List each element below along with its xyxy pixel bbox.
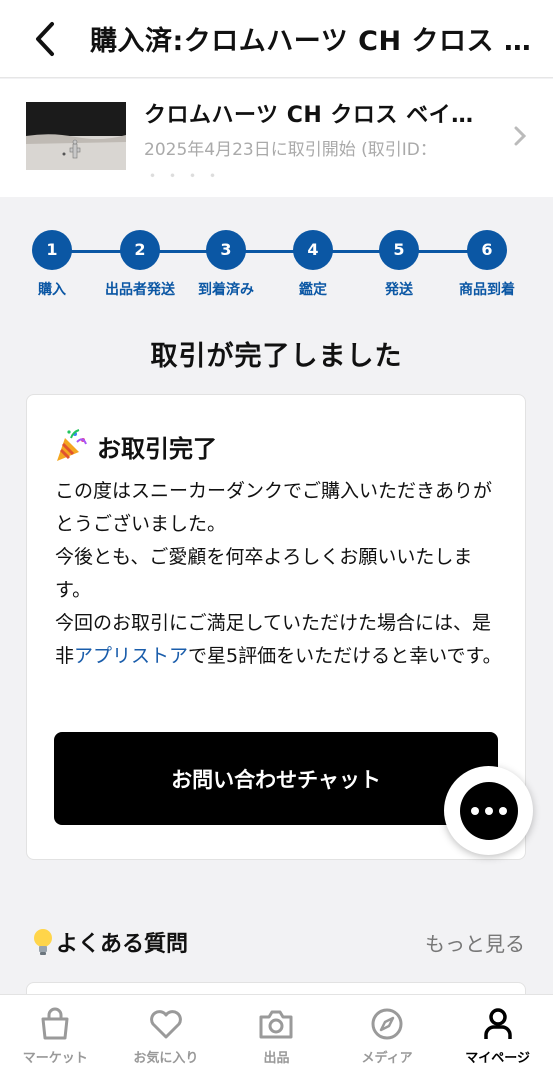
step-6: 6 商品到着 xyxy=(437,230,537,299)
transaction-meta: 2025年4月23日に取引開始 (取引ID： xyxy=(144,140,437,160)
message-line-2: 今後とも、ご愛顧を何卒よろしくお願いいたします。 xyxy=(55,546,473,601)
heart-icon xyxy=(149,1010,182,1039)
step-number: 5 xyxy=(379,230,419,270)
step-label: 鑑定 xyxy=(299,282,327,298)
card-title-text: お取引完了 xyxy=(97,434,217,463)
chevron-left-icon xyxy=(36,21,54,56)
tab-mypage[interactable]: マイページ xyxy=(442,995,553,1080)
step-3: 3 到着済み xyxy=(176,230,276,299)
card-title: お取引完了 xyxy=(53,428,217,464)
progress-steps: 1 購入 2 出品者発送 3 到着済み 4 鑑定 5 発送 6 商品到着 xyxy=(0,230,553,310)
page-title: 購入済:クロムハーツ CH クロス ベイビーファット チャーム xyxy=(90,26,535,57)
person-icon xyxy=(483,1008,512,1039)
step-2: 2 出品者発送 xyxy=(90,230,190,299)
card-message: この度はスニーカーダンクでご購入いただきありがとうございました。 今後とも、ご愛… xyxy=(55,475,507,673)
tab-label: お気に入り xyxy=(133,1051,199,1066)
tab-label: 出品 xyxy=(263,1051,290,1066)
tab-label: マイページ xyxy=(465,1051,531,1066)
message-line-3-end: で星5評価をいただけると幸いです。 xyxy=(188,645,502,667)
faq-title: よくある質問 xyxy=(30,926,188,958)
faq-header: よくある質問 もっと見る xyxy=(30,922,525,962)
faq-title-text: よくある質問 xyxy=(56,932,189,957)
step-5: 5 発送 xyxy=(349,230,449,299)
chat-bubble-icon xyxy=(459,781,518,840)
see-more-link[interactable]: もっと見る xyxy=(425,928,525,957)
floating-chat-button[interactable] xyxy=(444,766,533,855)
step-number: 4 xyxy=(293,230,333,270)
tab-label: マーケット xyxy=(22,1051,88,1066)
step-4: 4 鑑定 xyxy=(263,230,363,299)
message-line-1: この度はスニーカーダンクでご購入いただきありがとうございました。 xyxy=(55,480,493,535)
step-1: 1 購入 xyxy=(2,230,102,299)
step-number: 2 xyxy=(120,230,160,270)
transaction-id-masked: ・・・・ xyxy=(144,167,224,178)
party-popper-icon xyxy=(57,429,87,461)
bag-icon xyxy=(41,1007,69,1040)
camera-icon xyxy=(259,1010,293,1039)
tab-label: メディア xyxy=(361,1051,413,1066)
step-label: 発送 xyxy=(385,282,413,298)
step-label: 購入 xyxy=(38,282,66,298)
inquiry-chat-button[interactable]: お問い合わせチャット xyxy=(54,732,498,825)
status-heading: 取引が完了しました xyxy=(150,341,403,372)
step-number: 1 xyxy=(32,230,72,270)
compass-icon xyxy=(371,1008,403,1040)
tab-sell[interactable]: 出品 xyxy=(221,995,332,1080)
step-number: 6 xyxy=(467,230,507,270)
lightbulb-icon xyxy=(34,929,52,955)
chevron-right-icon xyxy=(514,126,527,146)
product-name: クロムハーツ CH クロス ベイビーファット チャーム xyxy=(144,103,494,128)
back-button[interactable] xyxy=(0,0,90,78)
bottom-tab-bar: マーケット お気に入り 出品 メディア マイページ xyxy=(0,994,553,1080)
step-label: 到着済み xyxy=(198,282,254,298)
product-summary-row[interactable]: クロムハーツ CH クロス ベイビーファット チャーム 2025年4月23日に取… xyxy=(0,79,553,197)
tab-market[interactable]: マーケット xyxy=(0,995,111,1080)
product-thumbnail xyxy=(26,102,126,170)
top-header: 購入済:クロムハーツ CH クロス ベイビーファット チャーム xyxy=(0,0,553,78)
step-number: 3 xyxy=(206,230,246,270)
step-label: 出品者発送 xyxy=(105,282,175,298)
tab-favorites[interactable]: お気に入り xyxy=(111,995,222,1080)
app-store-link[interactable]: アプリストア xyxy=(74,645,188,667)
tab-media[interactable]: メディア xyxy=(332,995,443,1080)
step-label: 商品到着 xyxy=(459,282,515,298)
